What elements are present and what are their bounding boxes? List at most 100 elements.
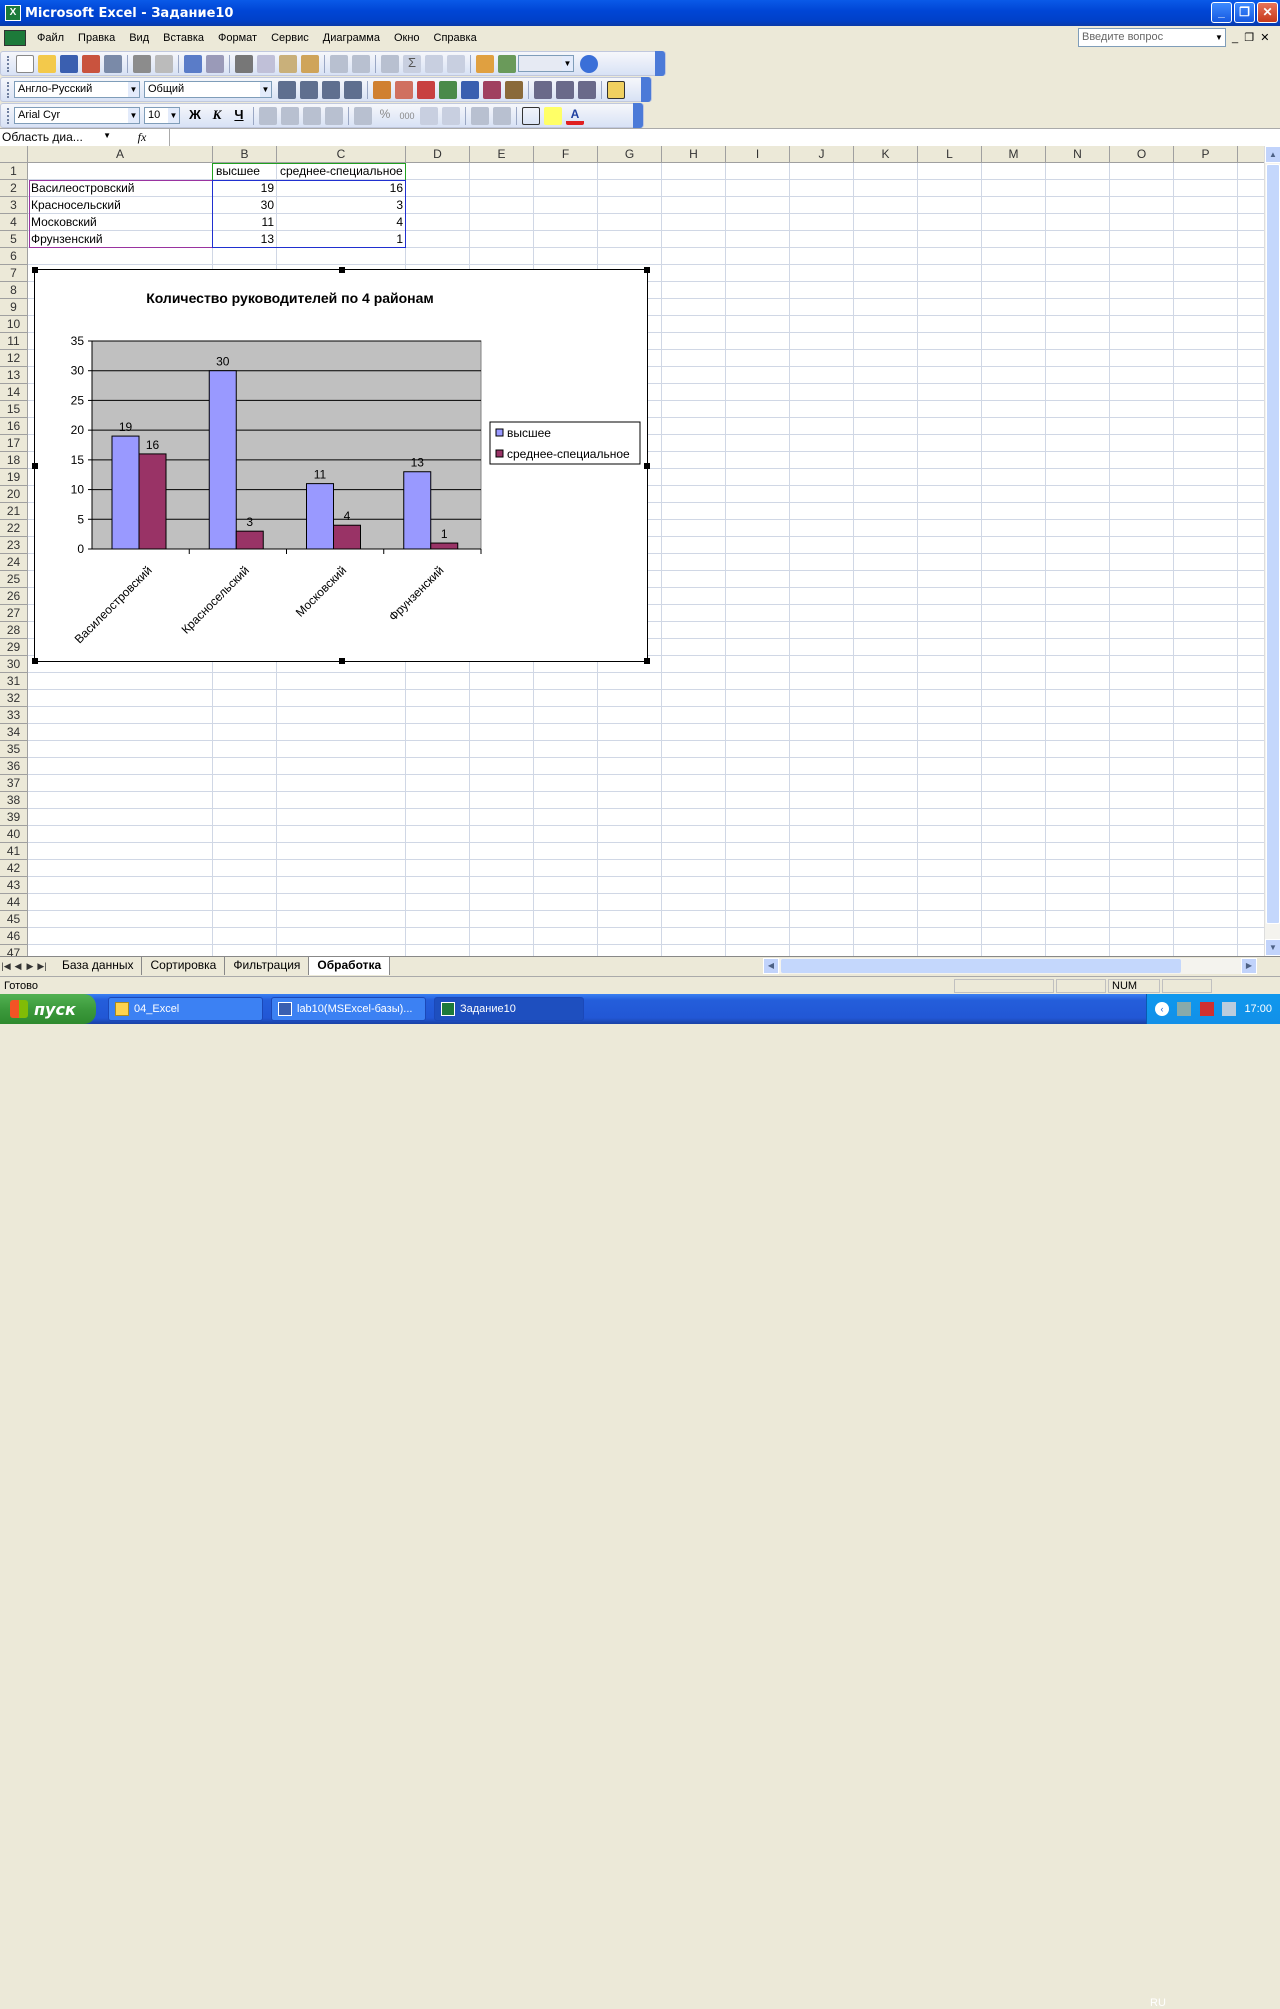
resize-handle[interactable] — [32, 267, 38, 273]
print-icon[interactable] — [133, 54, 151, 73]
taskbar-item-excel[interactable]: Задание10 — [434, 997, 584, 1021]
taskbar-item-folder[interactable]: 04_Excel — [108, 997, 263, 1021]
row-header-11[interactable]: 11 — [0, 333, 28, 350]
row-header-33[interactable]: 33 — [0, 707, 28, 724]
increase-indent-icon[interactable] — [493, 106, 511, 125]
copy-icon[interactable] — [257, 54, 275, 73]
menu-file[interactable]: Файл — [30, 32, 71, 44]
restore-button[interactable]: ❐ — [1234, 2, 1255, 23]
column-header-b[interactable]: B — [213, 146, 277, 163]
help-topic-icon[interactable] — [578, 80, 596, 99]
toolbar-grip[interactable] — [7, 55, 10, 72]
row-header-35[interactable]: 35 — [0, 741, 28, 758]
undo-icon[interactable] — [330, 54, 348, 73]
prev-sheet-icon[interactable]: ◀ — [12, 961, 24, 972]
toolbar-options[interactable] — [633, 103, 643, 128]
language-indicator[interactable]: RU — [1150, 1997, 1166, 2009]
chevron-down-icon[interactable]: ▼ — [260, 82, 271, 97]
cell-c1[interactable]: среднее-специальное — [277, 163, 413, 180]
scroll-left-icon[interactable]: ◀ — [763, 958, 779, 974]
row-header-7[interactable]: 7 — [0, 265, 28, 282]
select-all-corner[interactable] — [0, 146, 28, 163]
row-header-19[interactable]: 19 — [0, 469, 28, 486]
email-icon[interactable] — [104, 54, 122, 73]
row-header-2[interactable]: 2 — [0, 180, 28, 197]
cell-a5[interactable]: Фрунзенский — [28, 231, 213, 248]
list-icon[interactable] — [344, 80, 362, 99]
sort-ascending-icon[interactable] — [425, 54, 443, 73]
row-header-41[interactable]: 41 — [0, 843, 28, 860]
resize-handle[interactable] — [644, 658, 650, 664]
resize-handle[interactable] — [32, 463, 38, 469]
currency-icon[interactable] — [354, 106, 372, 125]
row-header-18[interactable]: 18 — [0, 452, 28, 469]
chart-wizard-icon[interactable] — [476, 54, 494, 73]
align-right-icon[interactable] — [303, 106, 321, 125]
row-header-45[interactable]: 45 — [0, 911, 28, 928]
column-header-n[interactable]: N — [1046, 146, 1110, 163]
percent-button[interactable]: % — [376, 107, 394, 125]
workbook-icon[interactable] — [4, 30, 26, 46]
row-header-14[interactable]: 14 — [0, 384, 28, 401]
cell-a4[interactable]: Московский — [28, 214, 213, 231]
italic-button[interactable]: К — [208, 107, 226, 125]
macro-icon[interactable] — [534, 80, 552, 99]
font-combo[interactable]: Arial Cyr ▼ — [14, 107, 140, 124]
chart-type-icon[interactable] — [395, 80, 413, 99]
column-header-j[interactable]: J — [790, 146, 854, 163]
row-header-38[interactable]: 38 — [0, 792, 28, 809]
insert-function-icon[interactable]: fx — [115, 130, 169, 145]
row-header-43[interactable]: 43 — [0, 877, 28, 894]
print-preview-icon[interactable] — [155, 54, 173, 73]
chevron-down-icon[interactable]: ▼ — [168, 108, 179, 123]
start-button[interactable]: пуск — [0, 994, 96, 1024]
cell-a3[interactable]: Красносельский — [28, 197, 213, 214]
row-header-17[interactable]: 17 — [0, 435, 28, 452]
menu-format[interactable]: Формат — [211, 32, 264, 44]
paste-icon[interactable] — [279, 54, 297, 73]
drawing-icon[interactable] — [498, 54, 516, 73]
scroll-right-icon[interactable]: ▶ — [1241, 958, 1257, 974]
save-icon[interactable] — [60, 54, 78, 73]
network-icon[interactable] — [1177, 1002, 1192, 1016]
scroll-thumb[interactable] — [781, 959, 1181, 973]
data-form-icon[interactable] — [322, 80, 340, 99]
dictionary-combo[interactable]: Англо-Русский ▼ — [14, 81, 140, 98]
column-header[interactable] — [1238, 146, 1264, 163]
data-table-icon[interactable] — [439, 80, 457, 99]
cell-b3[interactable]: 30 — [213, 197, 277, 214]
cell-c4[interactable]: 4 — [277, 214, 406, 231]
format-chart-icon[interactable] — [373, 80, 391, 99]
minimize-button[interactable]: _ — [1211, 2, 1232, 23]
row-header-46[interactable]: 46 — [0, 928, 28, 945]
chevron-down-icon[interactable]: ▼ — [128, 108, 139, 123]
resize-handle[interactable] — [32, 658, 38, 664]
thousands-button[interactable]: 000 — [398, 107, 416, 125]
sheet-tab-database[interactable]: База данных — [54, 957, 143, 975]
redo-icon[interactable] — [352, 54, 370, 73]
row-header-3[interactable]: 3 — [0, 197, 28, 214]
increase-decimal-icon[interactable] — [420, 106, 438, 125]
sort-descending-icon[interactable] — [447, 54, 465, 73]
row-header-8[interactable]: 8 — [0, 282, 28, 299]
decrease-indent-icon[interactable] — [471, 106, 489, 125]
chevron-down-icon[interactable]: ▼ — [128, 82, 139, 97]
align-left-icon[interactable] — [259, 106, 277, 125]
row-header-12[interactable]: 12 — [0, 350, 28, 367]
row-header-1[interactable]: 1 — [0, 163, 28, 180]
decrease-decimal-icon[interactable] — [442, 106, 460, 125]
row-header-39[interactable]: 39 — [0, 809, 28, 826]
autosum-icon[interactable]: Σ — [403, 54, 421, 73]
row-header-28[interactable]: 28 — [0, 622, 28, 639]
row-header-25[interactable]: 25 — [0, 571, 28, 588]
row-header-22[interactable]: 22 — [0, 520, 28, 537]
column-header-a[interactable]: A — [28, 146, 213, 163]
sheet-tab-processing[interactable]: Обработка — [309, 957, 391, 975]
row-header-42[interactable]: 42 — [0, 860, 28, 877]
format-painter-icon[interactable] — [301, 54, 319, 73]
first-sheet-icon[interactable]: |◀ — [0, 961, 12, 972]
menu-chart[interactable]: Диаграмма — [316, 32, 387, 44]
row-header-13[interactable]: 13 — [0, 367, 28, 384]
row-header-44[interactable]: 44 — [0, 894, 28, 911]
table-icon[interactable] — [278, 80, 296, 99]
